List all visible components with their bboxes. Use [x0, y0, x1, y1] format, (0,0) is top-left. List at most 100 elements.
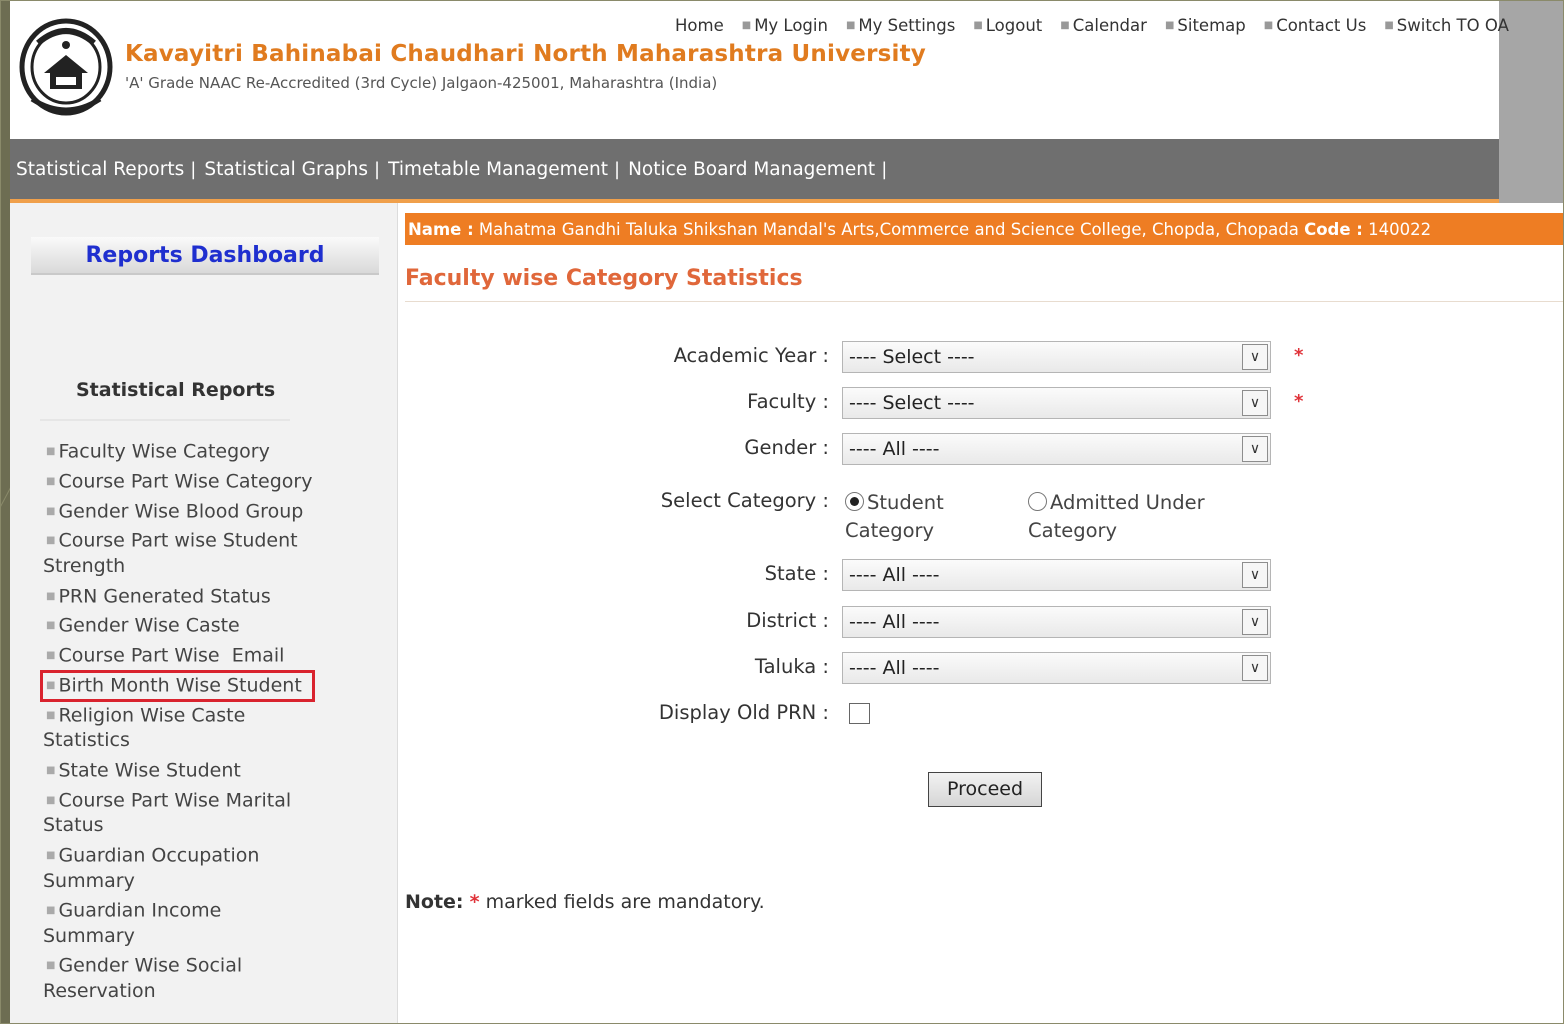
required-marker: *: [469, 891, 480, 913]
student-category-radio[interactable]: Student Category: [845, 489, 995, 545]
sidebar-item-gender-wise-social-reservation[interactable]: ■ Gender Wise Social Reservation: [43, 953, 313, 1004]
header: Kavayitri Bahinabai Chaudhari North Maha…: [10, 1, 1509, 139]
gender-value: ---- All ----: [849, 438, 940, 460]
college-name: Mahatma Gandhi Taluka Shikshan Mandal's …: [478, 220, 1299, 239]
chevron-down-icon: ∨: [1242, 562, 1268, 588]
state-value: ---- All ----: [849, 564, 940, 586]
nav-separator: |: [614, 158, 621, 180]
sidebar-item-label: Guardian Income Summary: [43, 899, 222, 947]
sidebar-item-religion-wise-caste-statistics[interactable]: ■ Religion Wise Caste Statistics: [43, 703, 313, 754]
state-select[interactable]: ---- All ---- ∨: [842, 559, 1271, 591]
my-login-link[interactable]: ■ My Login: [742, 16, 828, 35]
switch-to-oa-link-label: Switch TO OA: [1396, 16, 1509, 35]
bullet-icon: ■: [46, 709, 56, 721]
bullet-icon: ■: [1060, 20, 1070, 31]
contact-us-link[interactable]: ■ Contact Us: [1264, 16, 1367, 35]
chevron-down-icon: ∨: [1242, 436, 1268, 462]
bullet-icon: ■: [845, 20, 856, 31]
sitemap-link-label: Sitemap: [1177, 16, 1246, 35]
university-subtitle: 'A' Grade NAAC Re-Accredited (3rd Cycle)…: [125, 74, 718, 92]
chevron-down-icon: ∨: [1242, 390, 1268, 416]
faculty-select[interactable]: ---- Select ---- ∨: [842, 387, 1271, 419]
nav-statistical-graphs[interactable]: Statistical Graphs: [198, 159, 372, 180]
logout-link[interactable]: ■ Logout: [973, 16, 1042, 35]
sidebar-item-label: Course Part Wise Email: [58, 644, 285, 667]
my-settings-link-label: My Settings: [858, 16, 956, 35]
sidebar-item-guardian-income-summary[interactable]: ■ Guardian Income Summary: [43, 898, 313, 949]
bullet-icon: ■: [46, 849, 56, 861]
sidebar-item-state-wise-student[interactable]: ■ State Wise Student: [43, 758, 313, 784]
sidebar-item-gender-wise-caste[interactable]: ■ Gender Wise Caste: [43, 613, 313, 639]
faculty-label: Faculty :: [747, 390, 829, 413]
reports-dashboard-button[interactable]: Reports Dashboard: [31, 237, 379, 275]
switch-to-oa-link[interactable]: ■ Switch TO OA: [1384, 16, 1509, 35]
sidebar-item-label: Faculty Wise Category: [58, 440, 270, 463]
admitted-under-category-radio[interactable]: Admitted Under Category: [1028, 489, 1228, 545]
nav-separator: |: [374, 158, 381, 180]
sidebar-item-label: Course Part Wise Marital Status: [43, 788, 292, 837]
bullet-icon: ■: [973, 20, 983, 31]
sidebar-item-gender-wise-blood-group[interactable]: ■ Gender Wise Blood Group: [43, 499, 313, 525]
state-label: State :: [764, 562, 829, 585]
mandatory-note: Note: * marked fields are mandatory.: [405, 891, 765, 913]
sidebar: Reports Dashboard Statistical Reports ■ F…: [10, 203, 398, 1023]
sidebar-item-birth-month-wise-student[interactable]: ■ Birth Month Wise Student: [40, 669, 315, 702]
nav-timetable-management[interactable]: Timetable Management: [382, 159, 612, 180]
radio-selected-icon: [845, 492, 864, 511]
taluka-value: ---- All ----: [849, 657, 940, 679]
required-marker: *: [1294, 391, 1304, 412]
bullet-icon: ■: [741, 20, 752, 31]
taluka-select[interactable]: ---- All ---- ∨: [842, 652, 1271, 684]
bullet-icon: ■: [46, 505, 56, 517]
sidebar-item-label: PRN Generated Status: [58, 584, 271, 607]
bullet-icon: ■: [46, 446, 56, 457]
page-frame: Kavayitri Bahinabai Chaudhari North Maha…: [0, 0, 1564, 1024]
proceed-button[interactable]: Proceed: [928, 772, 1042, 807]
my-settings-link[interactable]: ■ My Settings: [846, 16, 955, 35]
sidebar-section-title: Statistical Reports: [76, 379, 276, 401]
home-link-label: Home: [675, 16, 724, 35]
district-select[interactable]: ---- All ---- ∨: [842, 606, 1271, 638]
college-name-label: Name :: [408, 220, 474, 239]
taluka-label: Taluka :: [754, 655, 829, 678]
sidebar-item-course-part-wise-marital-status[interactable]: ■ Course Part Wise Marital Status: [43, 788, 313, 839]
sidebar-item-label: Religion Wise Caste Statistics: [43, 703, 246, 752]
calendar-link-label: Calendar: [1072, 16, 1147, 35]
chevron-down-icon: ∨: [1242, 655, 1268, 681]
page-title: Faculty wise Category Statistics: [405, 266, 803, 291]
college-info-bar: Name : Mahatma Gandhi Taluka Shikshan Ma…: [405, 213, 1563, 245]
calendar-link[interactable]: ■ Calendar: [1060, 16, 1147, 35]
college-code-label: Code :: [1304, 220, 1363, 239]
gender-select[interactable]: ---- All ---- ∨: [842, 433, 1271, 465]
sidebar-item-course-part-wise-email[interactable]: ■ Course Part Wise Email: [43, 643, 313, 669]
my-login-link-label: My Login: [754, 16, 828, 35]
academic-year-value: ---- Select ----: [849, 346, 975, 368]
display-old-prn-checkbox[interactable]: [849, 703, 870, 724]
bullet-icon: ■: [46, 590, 56, 602]
sidebar-item-label: Course Part Wise Category: [58, 470, 313, 492]
academic-year-select[interactable]: ---- Select ---- ∨: [842, 341, 1271, 373]
home-link[interactable]: Home: [675, 16, 724, 35]
sidebar-item-faculty-wise-category[interactable]: ■ Faculty Wise Category: [43, 439, 313, 465]
nav-notice-board-management[interactable]: Notice Board Management: [622, 159, 879, 180]
bullet-icon: ■: [46, 679, 56, 691]
academic-year-label: Academic Year :: [673, 344, 829, 367]
sidebar-item-course-part-wise-student-strength[interactable]: ■ Course Part wise Student Strength: [43, 528, 313, 579]
district-label: District :: [746, 609, 829, 632]
bullet-icon: ■: [46, 764, 56, 776]
required-marker: *: [1294, 345, 1304, 366]
main-navbar: Statistical Reports | Statistical Graphs…: [10, 139, 1499, 203]
decorative-left-border: [1, 1, 10, 1023]
sidebar-item-label: Gender Wise Social Reservation: [43, 954, 243, 1003]
gender-label: Gender :: [744, 436, 829, 459]
nav-statistical-reports[interactable]: Statistical Reports: [10, 159, 188, 180]
chevron-down-icon: ∨: [1242, 609, 1268, 635]
sidebar-item-prn-generated-status[interactable]: ■ PRN Generated Status: [43, 584, 313, 610]
display-old-prn-label: Display Old PRN :: [658, 701, 829, 724]
sidebar-item-guardian-occupation-summary[interactable]: ■ Guardian Occupation Summary: [43, 843, 313, 894]
sitemap-link[interactable]: ■ Sitemap: [1165, 16, 1246, 35]
nav-separator: |: [881, 158, 888, 180]
sidebar-item-course-part-wise-category[interactable]: ■ Course Part Wise Category: [43, 469, 313, 495]
top-links: Home ■ My Login ■ My Settings ■ Logout ■ Cal…: [675, 16, 1527, 35]
bullet-icon: ■: [1263, 20, 1274, 31]
